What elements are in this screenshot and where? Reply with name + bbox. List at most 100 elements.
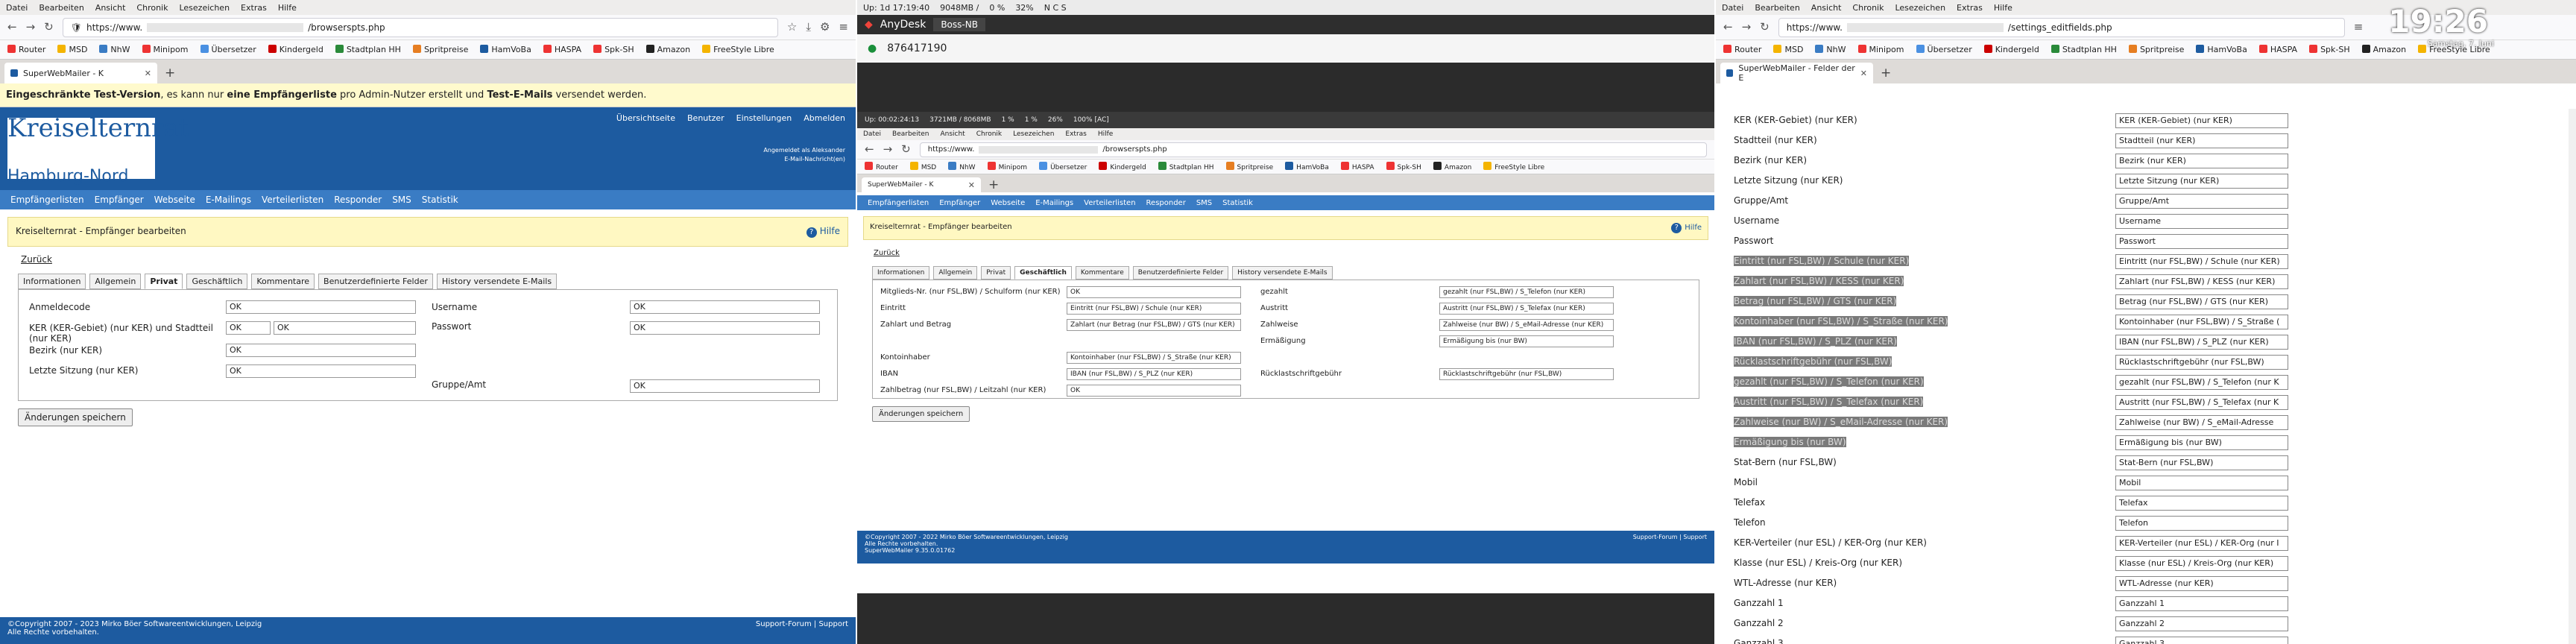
tab-superwebmailer[interactable]: SuperWebMailer - K ✕ [4, 63, 157, 83]
bookmark-10[interactable]: Spk-SH [593, 45, 634, 54]
url-bar[interactable]: 🛡 https://www. /browserspts.php [62, 17, 778, 37]
bookmark-2[interactable]: NhW [948, 162, 976, 171]
remote-nav-link-3[interactable]: E-Mailings [1035, 199, 1073, 207]
topnav-link-1[interactable]: Benutzer [687, 113, 724, 123]
mainnav-link-3[interactable]: E-Mailings [206, 195, 251, 205]
tab-2[interactable]: Privat [145, 274, 183, 289]
menu-item-2[interactable]: Ansicht [95, 3, 126, 13]
bookmark-5[interactable]: Kindergeld [1099, 162, 1146, 171]
bookmark-6[interactable]: Stadtplan HH [2051, 45, 2117, 54]
menu-item-3[interactable]: Chronik [136, 3, 168, 13]
menu-item-right-4[interactable]: Lesezeichen [1895, 3, 1945, 13]
field-input[interactable]: Zahlweise (nur BW) / S_eMail-Adresse [2115, 415, 2288, 430]
tab-5[interactable]: Benutzerdefinierte Felder [318, 274, 433, 289]
bookmark-10[interactable]: Spk-SH [2309, 45, 2350, 54]
field-input[interactable]: Mobil [2115, 476, 2288, 490]
field-input[interactable]: KER-Verteiler (nur ESL) / KER-Org (nur I [2115, 536, 2288, 551]
field-input[interactable]: Ganzzahl 2 [2115, 616, 2288, 631]
remote-menu-item-5[interactable]: Extras [1065, 130, 1086, 138]
tab-0[interactable]: Informationen [18, 274, 86, 289]
mainnav-link-2[interactable]: Webseite [154, 195, 195, 205]
bookmark-4[interactable]: Übersetzer [200, 45, 256, 54]
menu-item-1[interactable]: Bearbeiten [39, 3, 83, 13]
remote-input-left-4[interactable]: Kontoinhaber (nur FSL,BW) / S_Straße (nu… [1067, 352, 1241, 364]
menu-item-right-2[interactable]: Ansicht [1811, 3, 1842, 13]
field-input[interactable]: Stadtteil (nur KER) [2115, 133, 2288, 148]
remote-nav-link-6[interactable]: SMS [1196, 199, 1212, 207]
session-tab[interactable]: Boss-NB [933, 18, 985, 31]
help-link[interactable]: ? Hilfe [806, 226, 840, 238]
bookmark-12[interactable]: FreeStyle Libre [1483, 162, 1544, 171]
bookmark-8[interactable]: HamVoBa [2196, 45, 2247, 54]
mainnav-link-7[interactable]: Statistik [422, 195, 458, 205]
field-input[interactable]: KER (KER-Gebiet) (nur KER) [2115, 113, 2288, 128]
scrollbar[interactable] [2569, 109, 2576, 644]
reload-icon-right[interactable]: ↻ [1760, 22, 1770, 33]
field-input[interactable]: Austritt (nur FSL,BW) / S_Telefax (nur K [2115, 395, 2288, 410]
field-input[interactable]: Telefon [2115, 516, 2288, 531]
topnav-link-3[interactable]: Abmelden [804, 113, 845, 123]
tab-4[interactable]: Kommentare [251, 274, 315, 289]
field-input[interactable]: Ganzzahl 1 [2115, 596, 2288, 611]
menu-item-6[interactable]: Hilfe [278, 3, 297, 13]
bookmark-7[interactable]: Spritpreise [1225, 162, 1273, 171]
remote-tab[interactable]: SuperWebMailer - K ✕ [862, 177, 981, 192]
close-tab-icon[interactable]: ✕ [145, 69, 151, 78]
bookmark-1[interactable]: MSD [1773, 45, 1803, 54]
input-ker[interactable]: OK [226, 321, 271, 335]
topnav-link-0[interactable]: Übersichtseite [616, 113, 675, 123]
bookmark-4[interactable]: Übersetzer [1039, 162, 1087, 171]
back-icon-right[interactable]: ← [1723, 22, 1733, 33]
bookmark-7[interactable]: Spritpreise [412, 45, 468, 54]
menu-item-5[interactable]: Extras [241, 3, 267, 13]
bookmark-6[interactable]: Stadtplan HH [1158, 162, 1214, 171]
menu-icon-right[interactable]: ≡ [2354, 22, 2364, 33]
remote-back-link[interactable]: Zurück [874, 249, 900, 257]
mainnav-link-0[interactable]: Empfängerlisten [10, 195, 84, 205]
bookmark-0[interactable]: Router [1723, 45, 1761, 54]
remote-nav-link-0[interactable]: Empfängerlisten [868, 199, 929, 207]
remote-menu-item-0[interactable]: Datei [863, 130, 881, 138]
mainnav-link-5[interactable]: Responder [334, 195, 382, 205]
star-icon[interactable]: ☆ [787, 22, 797, 33]
bookmark-1[interactable]: MSD [57, 45, 87, 54]
footer-support-links[interactable]: Support-Forum | Support [756, 620, 848, 641]
remote-tab-0[interactable]: Informationen [872, 266, 930, 280]
remote-url-bar[interactable]: https://www. /browserspts.php [919, 142, 1707, 157]
bookmark-10[interactable]: Spk-SH [1386, 162, 1421, 171]
input-username[interactable]: OK [630, 300, 820, 314]
menu-item-right-3[interactable]: Chronik [1852, 3, 1884, 13]
remote-tab-4[interactable]: Kommentare [1075, 266, 1129, 280]
bookmark-2[interactable]: NhW [1815, 45, 1846, 54]
menu-item-0[interactable]: Datei [6, 3, 28, 13]
remote-menu-item-3[interactable]: Chronik [976, 130, 1002, 138]
field-input[interactable]: Gruppe/Amt [2115, 194, 2288, 209]
tab-3[interactable]: Geschäftlich [186, 274, 248, 289]
bookmark-8[interactable]: HamVoBa [480, 45, 531, 54]
remote-save-button[interactable]: Änderungen speichern [872, 406, 970, 422]
remote-nav-link-4[interactable]: Verteilerlisten [1084, 199, 1135, 207]
remote-nav-link-1[interactable]: Empfänger [939, 199, 980, 207]
mainnav-link-1[interactable]: Empfänger [95, 195, 144, 205]
topnav-link-2[interactable]: Einstellungen [736, 113, 792, 123]
forward-icon[interactable]: → [26, 22, 36, 33]
remote-reload-icon[interactable]: ↻ [901, 144, 911, 155]
new-tab-icon-right[interactable]: + [1878, 63, 1894, 83]
remote-footer-support-links[interactable]: Support-Forum | Support [1633, 534, 1707, 561]
reload-icon[interactable]: ↻ [44, 22, 54, 33]
login-messages[interactable]: E-Mail-Nachricht(en) [763, 155, 845, 164]
forward-icon-right[interactable]: → [1742, 22, 1752, 33]
field-input[interactable]: Eintritt (nur FSL,BW) / Schule (nur KER) [2115, 254, 2288, 269]
bookmark-8[interactable]: HamVoBa [1285, 162, 1329, 171]
remote-nav-link-2[interactable]: Webseite [991, 199, 1025, 207]
bookmark-11[interactable]: Amazon [645, 45, 690, 54]
bookmark-1[interactable]: MSD [909, 162, 936, 171]
field-input[interactable]: gezahlt (nur FSL,BW) / S_Telefon (nur K [2115, 375, 2288, 390]
back-icon[interactable]: ← [7, 22, 17, 33]
bookmark-0[interactable]: Router [7, 45, 45, 54]
remote-input-left-5[interactable]: IBAN (nur FSL,BW) / S_PLZ (nur KER) [1067, 368, 1241, 380]
bookmark-4[interactable]: Übersetzer [1916, 45, 1972, 54]
remote-menu-item-2[interactable]: Ansicht [940, 130, 965, 138]
field-input[interactable]: WTL-Adresse (nur KER) [2115, 576, 2288, 591]
input-stadtteil[interactable]: OK [274, 321, 416, 335]
